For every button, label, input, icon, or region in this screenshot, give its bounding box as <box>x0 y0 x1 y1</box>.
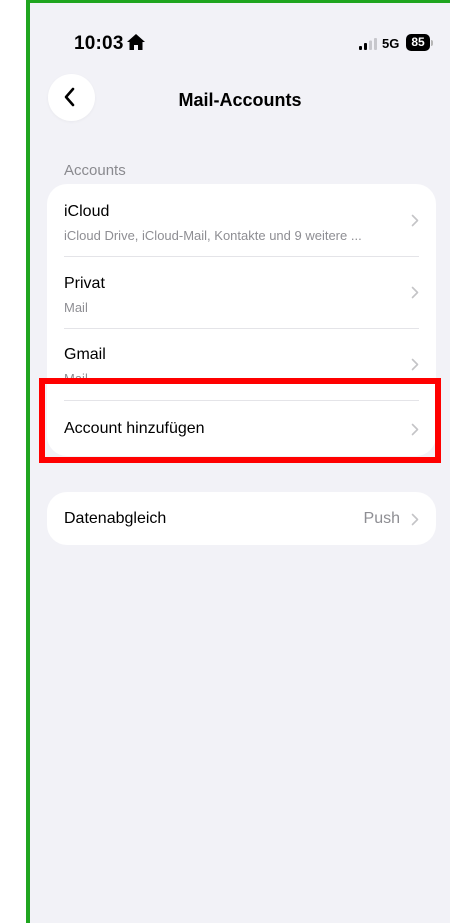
data-sync-value: Push <box>363 510 400 527</box>
battery-indicator: 85 <box>406 34 430 51</box>
network-label: 5G <box>382 36 400 51</box>
account-row-privat[interactable]: Privat Mail <box>47 257 436 328</box>
chevron-right-icon <box>411 214 419 227</box>
chevron-right-icon <box>411 513 419 526</box>
account-row-icloud[interactable]: iCloud iCloud Drive, iCloud-Mail, Kontak… <box>47 184 436 256</box>
accounts-card: iCloud iCloud Drive, iCloud-Mail, Kontak… <box>47 184 436 456</box>
account-title: Gmail <box>64 346 106 363</box>
account-title: iCloud <box>64 203 110 220</box>
add-account-label: Account hinzufügen <box>64 420 205 437</box>
page-title: Mail-Accounts <box>178 90 302 110</box>
account-subtitle: Mail <box>64 371 88 386</box>
status-bar: 10:03 5G 85 <box>30 3 450 73</box>
data-sync-row[interactable]: Datenabgleich Push <box>47 492 436 545</box>
data-sync-label: Datenabgleich <box>64 510 167 527</box>
account-subtitle: Mail <box>64 300 88 315</box>
chevron-right-icon <box>411 358 419 371</box>
status-time: 10:03 <box>74 33 124 54</box>
accounts-section-header: Accounts <box>64 162 126 179</box>
battery-tip <box>431 40 433 46</box>
chevron-right-icon <box>411 286 419 299</box>
add-account-button[interactable]: Account hinzufügen <box>47 401 436 456</box>
home-icon <box>127 34 145 50</box>
mail-accounts-screen: 10:03 5G 85 Mail-Accounts Accounts iClou… <box>26 0 450 923</box>
account-subtitle: iCloud Drive, iCloud-Mail, Kontakte und … <box>64 228 362 243</box>
account-title: Privat <box>64 275 105 292</box>
signal-icon <box>359 38 377 50</box>
chevron-right-icon <box>411 423 419 436</box>
account-row-gmail[interactable]: Gmail Mail <box>47 329 436 400</box>
